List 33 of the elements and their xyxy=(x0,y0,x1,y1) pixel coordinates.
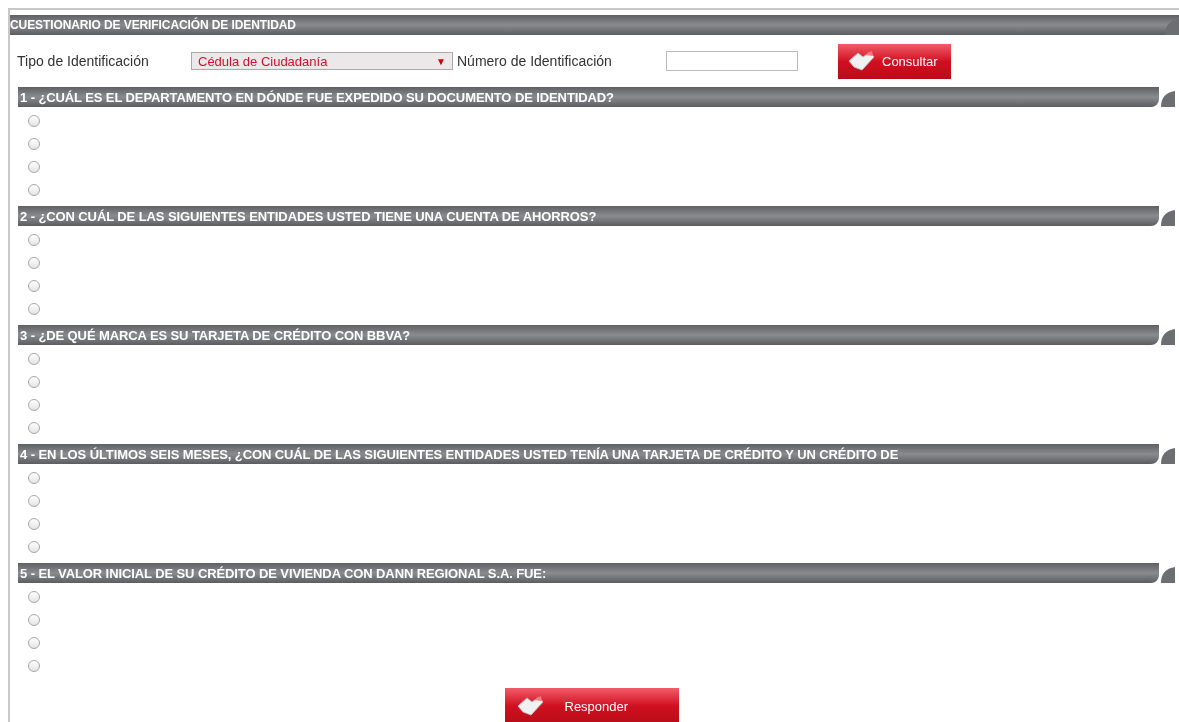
radio-button[interactable] xyxy=(28,234,40,246)
id-number-field[interactable] xyxy=(666,51,798,71)
radio-button[interactable] xyxy=(28,303,40,315)
radio-button[interactable] xyxy=(28,353,40,365)
radio-button[interactable] xyxy=(28,614,40,626)
radio-button[interactable] xyxy=(28,161,40,173)
radio-button[interactable] xyxy=(28,257,40,269)
id-type-label: Tipo de Identificación xyxy=(17,53,150,69)
radio-button[interactable] xyxy=(28,495,40,507)
radio-button[interactable] xyxy=(28,541,40,553)
radio-button[interactable] xyxy=(28,422,40,434)
radio-button[interactable] xyxy=(28,280,40,292)
radio-button[interactable] xyxy=(28,637,40,649)
question-title: 3 - ¿DE QUÉ MARCA ES SU TARJETA DE CRÉDITO CON BBVA? xyxy=(19,327,411,343)
page-title: CUESTIONARIO DE VERIFICACIÓN DE IDENTIDAD xyxy=(10,18,296,32)
question-title: 1 - ¿CUÁL ES EL DEPARTAMENTO EN DÓNDE FUE EXPEDIDO SU DOCUMENTO DE IDENTIDAD? xyxy=(19,89,614,105)
id-number-label: Número de Identificación xyxy=(457,53,613,69)
radio-button[interactable] xyxy=(28,115,40,127)
question-title: 4 - EN LOS ÚLTIMOS SEIS MESES, ¿CON CUÁL DE LAS SIGUIENTES ENTIDADES USTED TENÍA UNA TARJETA DE CRÉDITO Y UN CRÉDITO DE xyxy=(19,446,899,462)
id-type-dropdown[interactable]: Cédula de Ciudadanía ▼ xyxy=(191,52,453,70)
radio-button[interactable] xyxy=(28,399,40,411)
question-title: 5 - EL VALOR INICIAL DE SU CRÉDITO DE VIVIENDA CON DANN REGIONAL S.A. FUE: xyxy=(19,565,547,581)
radio-button[interactable] xyxy=(28,472,40,484)
handshake-icon xyxy=(846,49,876,73)
radio-button[interactable] xyxy=(28,660,40,672)
radio-button[interactable] xyxy=(28,184,40,196)
radio-button[interactable] xyxy=(28,591,40,603)
radio-button[interactable] xyxy=(28,138,40,150)
radio-button[interactable] xyxy=(28,518,40,530)
question-title: 2 - ¿CON CUÁL DE LAS SIGUIENTES ENTIDADES USTED TIENE UNA CUENTA DE AHORROS? xyxy=(19,208,597,224)
respond-button[interactable]: Responder xyxy=(504,688,679,722)
consult-button[interactable]: Consultar xyxy=(838,43,951,79)
radio-button[interactable] xyxy=(28,376,40,388)
